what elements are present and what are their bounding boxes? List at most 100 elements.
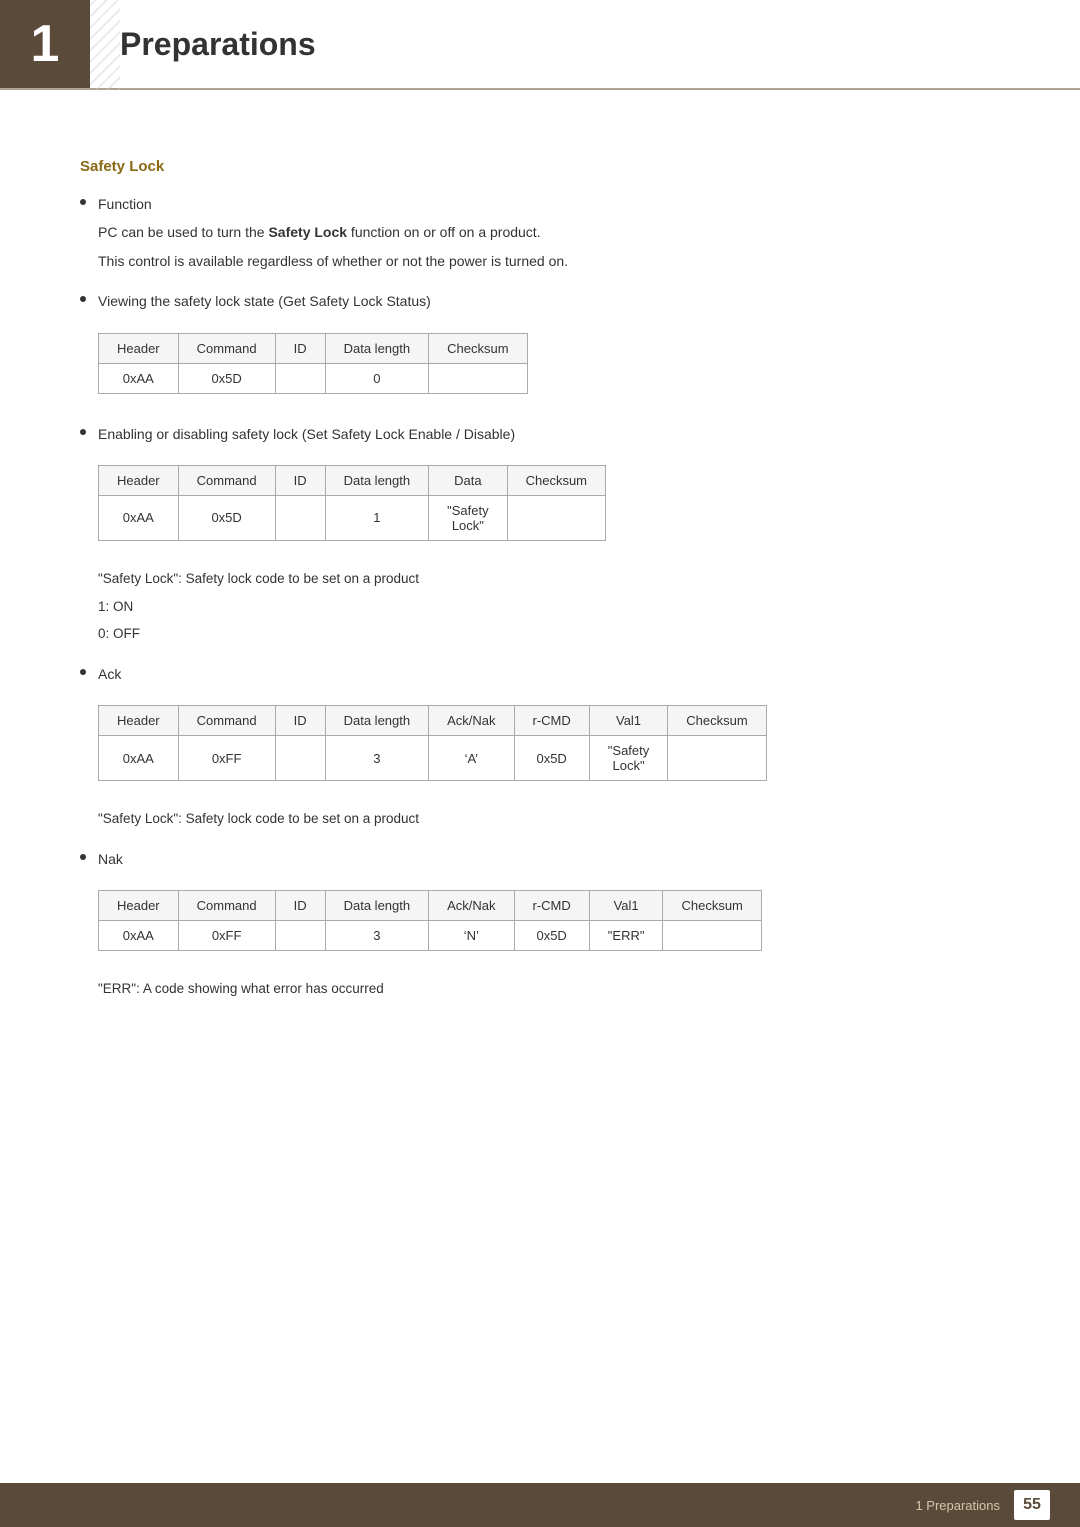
list-1on: 1: ON: [98, 596, 1000, 618]
bullet-dot-nak: [80, 854, 86, 860]
chapter-title: Preparations: [120, 26, 316, 63]
page-header: 1 Preparations: [0, 0, 1080, 90]
bullet-content-viewing: Viewing the safety lock state (Get Safet…: [98, 290, 1000, 410]
table2-header-id: ID: [275, 465, 325, 495]
bullet-enabling: Enabling or disabling safety lock (Set S…: [80, 423, 1000, 651]
bullet-dot-enabling: [80, 429, 86, 435]
table3-cell-checksum: [668, 736, 766, 781]
bullet-dot-ack: [80, 669, 86, 675]
table3-cell-val1: "SafetyLock": [589, 736, 667, 781]
bullet-nak: Nak Header Command ID Data length Ack/Na…: [80, 848, 1000, 1006]
table3-header-header: Header: [99, 706, 179, 736]
table1-header-checksum: Checksum: [429, 333, 527, 363]
table3-wrapper: Header Command ID Data length Ack/Nak r-…: [98, 705, 767, 781]
bullet-viewing: Viewing the safety lock state (Get Safet…: [80, 290, 1000, 410]
safety-lock-bold: Safety Lock: [268, 224, 347, 240]
table2-row: 0xAA 0x5D 1 "SafetyLock": [99, 495, 606, 540]
table3-header-rcmd: r-CMD: [514, 706, 589, 736]
table1-cell-datalength: 0: [325, 363, 429, 393]
chapter-title-block: Preparations: [90, 0, 1080, 88]
bullet-ack: Ack Header Command ID Data length Ack/Na…: [80, 663, 1000, 836]
table1: Header Command ID Data length Checksum 0…: [98, 333, 528, 394]
function-line2: This control is available regardless of …: [98, 250, 1000, 272]
footer-page-number: 55: [1014, 1490, 1050, 1520]
table3-cell-datalength: 3: [325, 736, 429, 781]
table4-cell-checksum: [663, 921, 761, 951]
table4-cell-val1: "ERR": [589, 921, 663, 951]
table2: Header Command ID Data length Data Check…: [98, 465, 606, 541]
table4-header-id: ID: [275, 891, 325, 921]
table1-row: 0xAA 0x5D 0: [99, 363, 528, 393]
subtext3: "Safety Lock": Safety lock code to be se…: [98, 808, 1000, 830]
section-heading: Safety Lock: [80, 158, 1000, 175]
bullet-content-enabling: Enabling or disabling safety lock (Set S…: [98, 423, 1000, 651]
table2-header-command: Command: [178, 465, 275, 495]
stripe-decoration: [90, 0, 120, 90]
table3-cell-acknak: ‘A’: [429, 736, 514, 781]
footer-section-label: 1 Preparations: [915, 1498, 1000, 1513]
subtext1: "Safety Lock": Safety lock code to be se…: [98, 568, 1000, 590]
table4-header-acknak: Ack/Nak: [429, 891, 514, 921]
bullet-function: Function PC can be used to turn the Safe…: [80, 193, 1000, 278]
table4-cell-datalength: 3: [325, 921, 429, 951]
function-label: Function: [98, 193, 1000, 215]
table2-header-checksum: Checksum: [507, 465, 605, 495]
table3-cell-rcmd: 0x5D: [514, 736, 589, 781]
table1-header-header: Header: [99, 333, 179, 363]
table4: Header Command ID Data length Ack/Nak r-…: [98, 890, 762, 951]
table2-cell-data: "SafetyLock": [429, 495, 507, 540]
table3-header-id: ID: [275, 706, 325, 736]
table2-cell-command: 0x5D: [178, 495, 275, 540]
table2-cell-checksum: [507, 495, 605, 540]
table4-cell-id: [275, 921, 325, 951]
table2-header-data: Data: [429, 465, 507, 495]
table4-cell-acknak: ‘N’: [429, 921, 514, 951]
enabling-label: Enabling or disabling safety lock (Set S…: [98, 423, 1000, 445]
table1-cell-command: 0x5D: [178, 363, 275, 393]
table2-header-header: Header: [99, 465, 179, 495]
bullet-content-ack: Ack Header Command ID Data length Ack/Na…: [98, 663, 1000, 836]
table3-cell-command: 0xFF: [178, 736, 275, 781]
table2-header-datalength: Data length: [325, 465, 429, 495]
table1-cell-header: 0xAA: [99, 363, 179, 393]
table4-header-header: Header: [99, 891, 179, 921]
ack-label: Ack: [98, 663, 1000, 685]
table4-header-command: Command: [178, 891, 275, 921]
subtext4: "ERR": A code showing what error has occ…: [98, 978, 1000, 1000]
table2-cell-id: [275, 495, 325, 540]
table4-header-checksum: Checksum: [663, 891, 761, 921]
bullet-content-nak: Nak Header Command ID Data length Ack/Na…: [98, 848, 1000, 1006]
table2-cell-header: 0xAA: [99, 495, 179, 540]
table1-cell-id: [275, 363, 325, 393]
safety-lock-section: Safety Lock Function PC can be used to t…: [80, 158, 1000, 1006]
bullet-dot-function: [80, 199, 86, 205]
table4-header-rcmd: r-CMD: [514, 891, 589, 921]
table1-wrapper: Header Command ID Data length Checksum 0…: [98, 333, 528, 394]
chapter-number: 1: [0, 0, 90, 88]
table4-wrapper: Header Command ID Data length Ack/Nak r-…: [98, 890, 762, 951]
table1-header-datalength: Data length: [325, 333, 429, 363]
table3-header-acknak: Ack/Nak: [429, 706, 514, 736]
table4-header-datalength: Data length: [325, 891, 429, 921]
nak-label: Nak: [98, 848, 1000, 870]
table2-wrapper: Header Command ID Data length Data Check…: [98, 465, 606, 541]
bullet-dot-viewing: [80, 296, 86, 302]
table3-row: 0xAA 0xFF 3 ‘A’ 0x5D "SafetyLock": [99, 736, 767, 781]
table4-cell-rcmd: 0x5D: [514, 921, 589, 951]
table3-header-val1: Val1: [589, 706, 667, 736]
table4-header-val1: Val1: [589, 891, 663, 921]
table3-header-command: Command: [178, 706, 275, 736]
table4-cell-header: 0xAA: [99, 921, 179, 951]
table1-cell-checksum: [429, 363, 527, 393]
table3-header-checksum: Checksum: [668, 706, 766, 736]
table3-cell-id: [275, 736, 325, 781]
viewing-label: Viewing the safety lock state (Get Safet…: [98, 290, 1000, 312]
main-content: Safety Lock Function PC can be used to t…: [0, 90, 1080, 1098]
table4-cell-command: 0xFF: [178, 921, 275, 951]
bullet-content-function: Function PC can be used to turn the Safe…: [98, 193, 1000, 278]
page-footer: 1 Preparations 55: [0, 1483, 1080, 1527]
table2-cell-datalength: 1: [325, 495, 429, 540]
list-0off: 0: OFF: [98, 623, 1000, 645]
function-line1: PC can be used to turn the Safety Lock f…: [98, 221, 1000, 243]
table1-header-id: ID: [275, 333, 325, 363]
